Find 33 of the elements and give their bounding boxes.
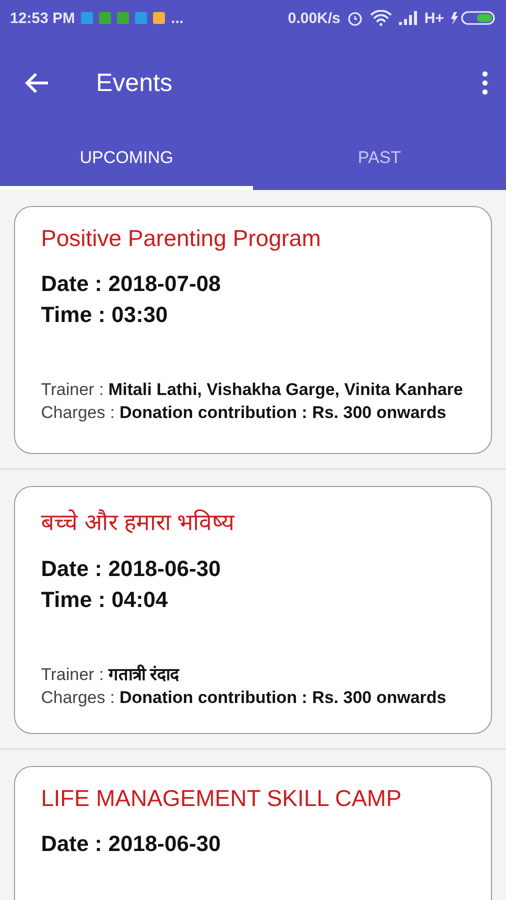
network-speed: 0.00K/s bbox=[288, 10, 340, 26]
event-date: Date : 2018-06-30 bbox=[41, 555, 222, 583]
notification-icon bbox=[99, 12, 112, 24]
alarm-icon bbox=[346, 9, 364, 27]
event-card[interactable]: Positive Parenting Program Date : 2018-07-08 Time : 03:30 Trainer : Mitali Lathi, Vishakha Garge, Vinita Kanhare Charges : Donation contribution : Rs. 300 onwards bbox=[14, 206, 492, 454]
status-time: 12:53 PM bbox=[10, 10, 76, 26]
network-type: H+ bbox=[424, 10, 444, 26]
event-card[interactable]: LIFE MANAGEMENT SKILL CAMP Date : 2018-06-30 bbox=[14, 766, 492, 900]
battery-icon bbox=[450, 10, 496, 26]
more-notifications: ... bbox=[171, 10, 184, 26]
notification-icon bbox=[81, 12, 94, 24]
screen-title: Events bbox=[96, 68, 174, 98]
signal-icon bbox=[398, 11, 418, 25]
event-date: Date : 2018-06-30 bbox=[41, 830, 222, 858]
notification-icon bbox=[117, 12, 130, 24]
tab[interactable]: PAST bbox=[253, 130, 506, 190]
event-time: Time : 04:04 bbox=[41, 586, 169, 614]
trainer-info: Trainer : Mitali Lathi, Vishakha Garge, Vinita Kanhare bbox=[41, 379, 464, 401]
tab[interactable]: UPCOMING bbox=[0, 130, 253, 190]
event-date: Date : 2018-07-08 bbox=[41, 270, 222, 298]
notification-icon bbox=[135, 12, 148, 24]
event-time: Time : 03:30 bbox=[41, 301, 169, 329]
more-options-icon[interactable] bbox=[482, 71, 488, 95]
event-card[interactable]: बच्चे और हमारा भविष्य Date : 2018-06-30 Time : 04:04 Trainer : गतात्री रंदाद Charges : Donation contribution : Rs. 300 onwards bbox=[14, 486, 492, 734]
trainer-info: Trainer : गतात्री रंदाद bbox=[41, 664, 180, 686]
event-title: LIFE MANAGEMENT SKILL CAMP bbox=[41, 785, 402, 812]
event-title: Positive Parenting Program bbox=[41, 225, 322, 252]
charges-info: Charges : Donation contribution : Rs. 300 onwards bbox=[41, 687, 448, 709]
event-title: बच्चे और हमारा भविष्य bbox=[41, 508, 236, 537]
wifi-icon bbox=[370, 10, 392, 26]
charges-info: Charges : Donation contribution : Rs. 300 onwards bbox=[41, 402, 448, 424]
back-arrow-icon[interactable] bbox=[24, 72, 50, 94]
message-icon bbox=[153, 12, 166, 24]
